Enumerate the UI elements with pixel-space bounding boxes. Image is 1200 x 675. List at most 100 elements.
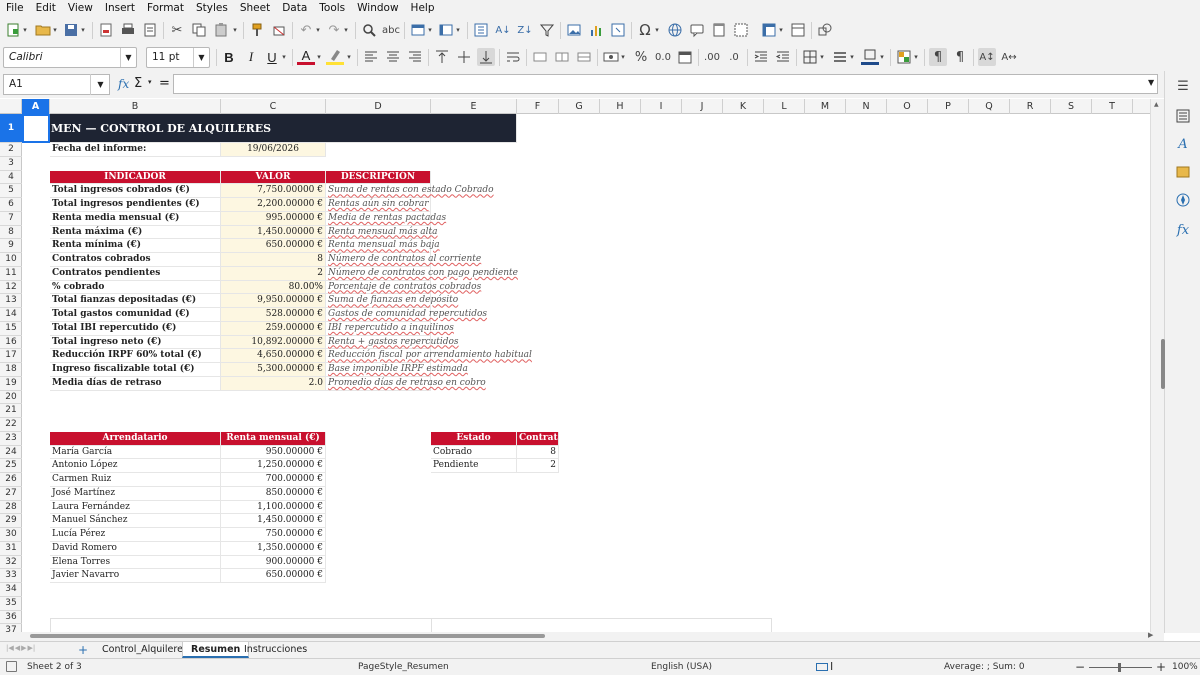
menu-file[interactable]: File	[0, 0, 30, 17]
scroll-right-icon[interactable]: ▶	[1148, 631, 1153, 639]
column-header-p[interactable]: P	[928, 99, 969, 114]
decrease-indent-icon[interactable]	[774, 48, 792, 66]
text-vertical-icon[interactable]: A↕	[978, 48, 996, 66]
tenant-rent[interactable]: 850.00000 €	[221, 486, 326, 501]
menu-sheet[interactable]: Sheet	[234, 0, 276, 17]
indicator-value[interactable]: 528.00000 €	[221, 308, 326, 322]
status-name[interactable]: Pendiente	[431, 459, 517, 473]
tenants-header-renta[interactable]: Renta mensual (€)	[221, 431, 326, 446]
row-header-30[interactable]: 30	[0, 528, 22, 542]
chevron-down-icon[interactable]: ▾	[230, 21, 240, 39]
column-header-j[interactable]: J	[682, 99, 723, 114]
add-decimal-icon[interactable]: .00	[703, 48, 721, 66]
tenant-name[interactable]: Lucía Pérez	[50, 528, 221, 542]
row-header-29[interactable]: 29	[0, 514, 22, 528]
chevron-down-icon[interactable]: ▾	[20, 21, 30, 39]
print-preview-icon[interactable]	[141, 21, 159, 39]
row-header-24[interactable]: 24	[0, 446, 22, 460]
status-header-estado[interactable]: Estado	[431, 431, 517, 446]
column-header-a[interactable]: A	[22, 99, 50, 114]
tenant-name[interactable]: Manuel Sánchez	[50, 514, 221, 528]
row-header-23[interactable]: 23	[0, 432, 22, 446]
indicator-value[interactable]: 995.00000 €	[221, 211, 326, 226]
indicator-value[interactable]: 2.0	[221, 376, 326, 391]
row-header-15[interactable]: 15	[0, 322, 22, 336]
previous-sheet-icon[interactable]: ◀	[15, 644, 20, 656]
hamburger-menu-icon[interactable]: ☰	[1174, 77, 1192, 95]
indicator-description[interactable]: Media de rentas pactadas	[326, 211, 446, 226]
align-center-icon[interactable]	[384, 48, 402, 66]
menu-data[interactable]: Data	[276, 0, 313, 17]
tenant-rent[interactable]: 750.00000 €	[221, 528, 326, 542]
number-format-icon[interactable]: 0.0	[654, 48, 672, 66]
row-header-34[interactable]: 34	[0, 583, 22, 597]
first-sheet-icon[interactable]: |◀	[6, 644, 14, 656]
cut-icon[interactable]: ✂	[168, 21, 186, 39]
tenants-header-arrendatario[interactable]: Arrendatario	[50, 431, 221, 446]
indicator-description[interactable]: Renta + gastos repercutidos	[326, 335, 459, 350]
language-status[interactable]: English (USA)	[651, 659, 712, 675]
chevron-down-icon[interactable]: ▾	[425, 21, 435, 39]
indicators-header-valor[interactable]: VALOR	[221, 170, 326, 185]
row-header-11[interactable]: 11	[0, 267, 22, 281]
tenant-rent[interactable]: 900.00000 €	[221, 555, 326, 570]
indicator-value[interactable]: 7,750.00000 €	[221, 184, 326, 198]
row-header-14[interactable]: 14	[0, 308, 22, 322]
indicator-value[interactable]: 650.00000 €	[221, 239, 326, 253]
chevron-down-icon[interactable]: ▾	[341, 21, 351, 39]
chevron-down-icon[interactable]: ▾	[877, 48, 887, 66]
row-header-20[interactable]: 20	[0, 391, 22, 405]
column-header-q[interactable]: Q	[969, 99, 1010, 114]
scroll-up-icon[interactable]: ▲	[1154, 101, 1159, 108]
indicator-name[interactable]: Renta media mensual (€)	[50, 211, 221, 226]
sort-icon[interactable]	[472, 21, 490, 39]
chevron-down-icon[interactable]: ▾	[78, 21, 88, 39]
selection-mode-icon[interactable]	[816, 663, 828, 671]
hyperlink-icon[interactable]	[666, 21, 684, 39]
merge-center-icon[interactable]	[531, 48, 549, 66]
row-header-21[interactable]: 21	[0, 404, 22, 418]
column-header-c[interactable]: C	[221, 99, 326, 114]
last-sheet-icon[interactable]: ▶|	[28, 644, 36, 656]
tenant-name[interactable]: Elena Torres	[50, 555, 221, 570]
chevron-down-icon[interactable]: ▾	[618, 48, 628, 66]
tenant-rent[interactable]: 1,350.00000 €	[221, 541, 326, 556]
document-modified-icon[interactable]	[6, 661, 17, 672]
row-header-8[interactable]: 8	[0, 226, 22, 240]
tenant-name[interactable]: Laura Fernández	[50, 500, 221, 515]
indicator-name[interactable]: Total ingresos cobrados (€)	[50, 184, 221, 198]
chevron-down-icon[interactable]: ▾	[148, 78, 152, 86]
indicator-value[interactable]: 2,200.00000 €	[221, 198, 326, 212]
bold-icon[interactable]: B	[220, 48, 238, 66]
row-header-28[interactable]: 28	[0, 501, 22, 515]
column-header-o[interactable]: O	[887, 99, 928, 114]
delete-decimal-icon[interactable]: .0	[725, 48, 743, 66]
row-header-4[interactable]: 4	[0, 171, 22, 185]
menu-tools[interactable]: Tools	[313, 0, 351, 17]
align-left-icon[interactable]	[362, 48, 380, 66]
vertical-scrollbar[interactable]: ▲	[1150, 99, 1165, 632]
status-name[interactable]: Cobrado	[431, 445, 517, 460]
font-color-icon[interactable]: A	[297, 48, 315, 65]
row-header-17[interactable]: 17	[0, 349, 22, 363]
indicator-value[interactable]: 8	[221, 253, 326, 267]
select-all-corner[interactable]	[0, 99, 22, 114]
status-header-contratos[interactable]: Contratos	[517, 431, 559, 446]
menu-format[interactable]: Format	[141, 0, 190, 17]
function-wizard-icon[interactable]: fx	[118, 77, 129, 91]
menu-help[interactable]: Help	[405, 0, 441, 17]
image-icon[interactable]	[565, 21, 583, 39]
horizontal-scroll-thumb[interactable]	[30, 634, 545, 638]
indicator-name[interactable]: Total fianzas depositadas (€)	[50, 294, 221, 308]
percent-format-icon[interactable]: %	[632, 48, 650, 66]
date-format-icon[interactable]	[676, 48, 694, 66]
row-header-31[interactable]: 31	[0, 542, 22, 556]
column-header-i[interactable]: I	[641, 99, 682, 114]
chevron-down-icon[interactable]: ▾	[776, 21, 786, 39]
indicator-name[interactable]: Media días de retraso	[50, 376, 221, 391]
font-name-combo[interactable]: Calibri ▼	[3, 47, 137, 68]
row-header-36[interactable]: 36	[0, 611, 22, 625]
vertical-scroll-thumb[interactable]	[1161, 339, 1165, 389]
zoom-in-icon[interactable]: +	[1156, 659, 1166, 675]
tab-control-alquileres[interactable]: Control_Alquileres	[94, 642, 196, 658]
